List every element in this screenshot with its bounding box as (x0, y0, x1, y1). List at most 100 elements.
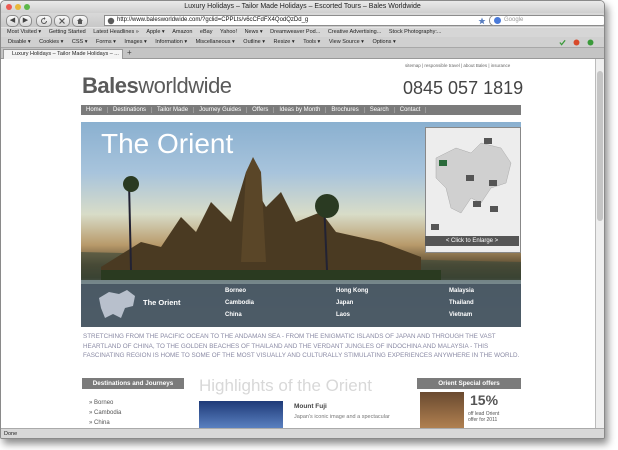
utility-links[interactable]: sitemap | responsible travel | about Bal… (405, 63, 510, 68)
bookmark-item[interactable]: eBay (200, 29, 213, 35)
dev-item[interactable]: Tools ▾ (303, 39, 320, 45)
menu-ideas-by-month[interactable]: Ideas by Month (274, 107, 327, 113)
offers-heading: Orient Special offers (417, 378, 521, 389)
tab-active[interactable]: Luxury Holidays – Tailor Made Holidays –… (3, 49, 123, 59)
vertical-scrollbar[interactable] (595, 59, 604, 428)
highlight-text: Japan's iconic image and a spectacular (294, 414, 390, 420)
dev-item[interactable]: Miscellaneous ▾ (196, 39, 235, 45)
region-silhouette-icon (99, 290, 135, 318)
dev-item[interactable]: Information ▾ (155, 39, 187, 45)
click-to-enlarge-link[interactable]: < Click to Enlarge > (425, 236, 519, 246)
bookmark-item[interactable]: News ▾ (245, 29, 263, 35)
menu-brochures[interactable]: Brochures (326, 107, 365, 113)
menu-search[interactable]: Search (364, 107, 395, 113)
destination-china[interactable]: China (225, 312, 242, 318)
phone-number: 0845 057 1819 (403, 78, 524, 98)
stop-icon (59, 18, 65, 24)
destination-malaysia[interactable]: Malaysia (449, 288, 474, 294)
dev-item[interactable]: Outline ▾ (243, 39, 265, 45)
zoom-window-button[interactable] (24, 4, 30, 10)
intro-paragraph: Stretching from the Pacific Ocean to the… (83, 333, 520, 359)
web-developer-toolbar: Disable ▾ Cookies ▾ CSS ▾ Forms ▾ Images… (1, 37, 604, 48)
offer-text: off lead Orient offer for 2011 (468, 411, 500, 423)
destination-laos[interactable]: Laos (336, 312, 350, 318)
bookmark-item[interactable]: Creative Advertising... (328, 29, 382, 35)
destination-panel: The Orient Borneo Hong Kong Malaysia Cam… (81, 284, 521, 327)
destination-japan[interactable]: Japan (336, 300, 353, 306)
dev-item[interactable]: View Source ▾ (329, 39, 364, 45)
stop-button[interactable] (54, 15, 70, 27)
bookmark-item[interactable]: Latest Headlines » (93, 29, 139, 35)
highlight-title[interactable]: Mount Fuji (294, 403, 327, 410)
address-bar[interactable]: http://www.balesworldwide.com/?gclid=CPP… (104, 15, 493, 26)
home-icon (77, 18, 83, 24)
destination-thailand[interactable]: Thailand (449, 300, 474, 306)
destination-vietnam[interactable]: Vietnam (449, 312, 472, 318)
navigation-toolbar: ◀ ▶ http://www.balesworldwide.com/?gclid… (1, 13, 604, 27)
scrollbar-thumb[interactable] (597, 71, 603, 221)
offer-image[interactable] (420, 392, 464, 428)
google-icon (494, 17, 501, 24)
search-placeholder: Google (504, 17, 524, 23)
mount-fuji-image[interactable] (199, 401, 283, 428)
bookmark-star-icon[interactable] (478, 17, 486, 25)
web-page: sitemap | responsible travel | about Bal… (1, 59, 595, 428)
sidebar-heading: Destinations and Journeys (82, 378, 184, 389)
site-logo[interactable]: Balesworldwide (82, 73, 232, 99)
reload-button[interactable] (36, 15, 52, 27)
new-tab-button[interactable]: + (127, 48, 132, 57)
menu-home[interactable]: Home (81, 107, 109, 113)
destination-borneo[interactable]: Borneo (225, 288, 246, 294)
tab-strip: Luxury Holidays – Tailor Made Holidays –… (1, 48, 604, 59)
dev-item[interactable]: Cookies ▾ (39, 39, 63, 45)
hero-title: The Orient (101, 128, 234, 159)
dev-item[interactable]: CSS ▾ (72, 39, 88, 45)
dev-item[interactable]: Disable ▾ (8, 39, 31, 45)
site-favicon-icon (107, 17, 115, 24)
bookmarks-toolbar: Most Visited ▾ Getting Started Latest He… (1, 28, 604, 37)
menu-tailor-made[interactable]: Tailor Made (152, 107, 195, 113)
region-label: The Orient (143, 298, 181, 307)
minimize-window-button[interactable] (15, 4, 21, 10)
bookmark-item[interactable]: Getting Started (49, 29, 86, 35)
menu-journey-guides[interactable]: Journey Guides (194, 107, 248, 113)
bookmark-item[interactable]: Most Visited ▾ (7, 29, 41, 35)
bookmark-item[interactable]: Stock Photography:... (389, 29, 442, 35)
window-title: Luxury Holidays – Tailor Made Holidays –… (184, 3, 421, 10)
back-button[interactable]: ◀ (6, 15, 19, 27)
close-window-button[interactable] (6, 4, 12, 10)
status-bar: Done (1, 428, 604, 438)
tab-label: Luxury Holidays – Tailor Made Holidays –… (12, 51, 119, 57)
highlights-heading: Highlights of the Orient (199, 376, 372, 395)
bookmark-item[interactable]: Amazon (172, 29, 192, 35)
menu-contact[interactable]: Contact (394, 107, 427, 113)
asia-map-icon (431, 138, 512, 230)
browser-window: Luxury Holidays – Tailor Made Holidays –… (0, 0, 605, 439)
sidebar-item-cambodia[interactable]: » Cambodia (89, 410, 121, 416)
search-input[interactable]: Google (489, 15, 604, 26)
forward-button[interactable]: ▶ (19, 15, 32, 27)
info-icon[interactable] (587, 39, 594, 46)
sidebar-item-china[interactable]: » China (89, 420, 110, 426)
main-menu: Home Destinations Tailor Made Journey Guide… (81, 105, 521, 115)
destination-cambodia[interactable]: Cambodia (225, 300, 254, 306)
home-button[interactable] (72, 15, 88, 27)
dev-item[interactable]: Forms ▾ (96, 39, 116, 45)
title-bar: Luxury Holidays – Tailor Made Holidays –… (1, 1, 604, 13)
url-text: http://www.balesworldwide.com/?gclid=CPP… (117, 17, 309, 23)
dev-item[interactable]: Resize ▾ (274, 39, 295, 45)
region-map[interactable] (425, 127, 521, 253)
checkmark-icon[interactable] (559, 39, 566, 46)
menu-offers[interactable]: Offers (247, 107, 275, 113)
error-icon[interactable] (573, 39, 580, 46)
bookmark-item[interactable]: Dreamweaver Pod... (270, 29, 320, 35)
sidebar-item-borneo[interactable]: » Borneo (89, 400, 113, 406)
dev-item[interactable]: Images ▾ (124, 39, 146, 45)
bookmark-item[interactable]: Apple ▾ (146, 29, 164, 35)
destination-hong-kong[interactable]: Hong Kong (336, 288, 368, 294)
hero-banner: The Orient < Click to Enlarge > The Orie… (81, 122, 521, 327)
offer-percent[interactable]: 15% (470, 392, 498, 408)
menu-destinations[interactable]: Destinations (108, 107, 153, 113)
dev-item[interactable]: Options ▾ (372, 39, 395, 45)
bookmark-item[interactable]: Yahoo! (220, 29, 237, 35)
